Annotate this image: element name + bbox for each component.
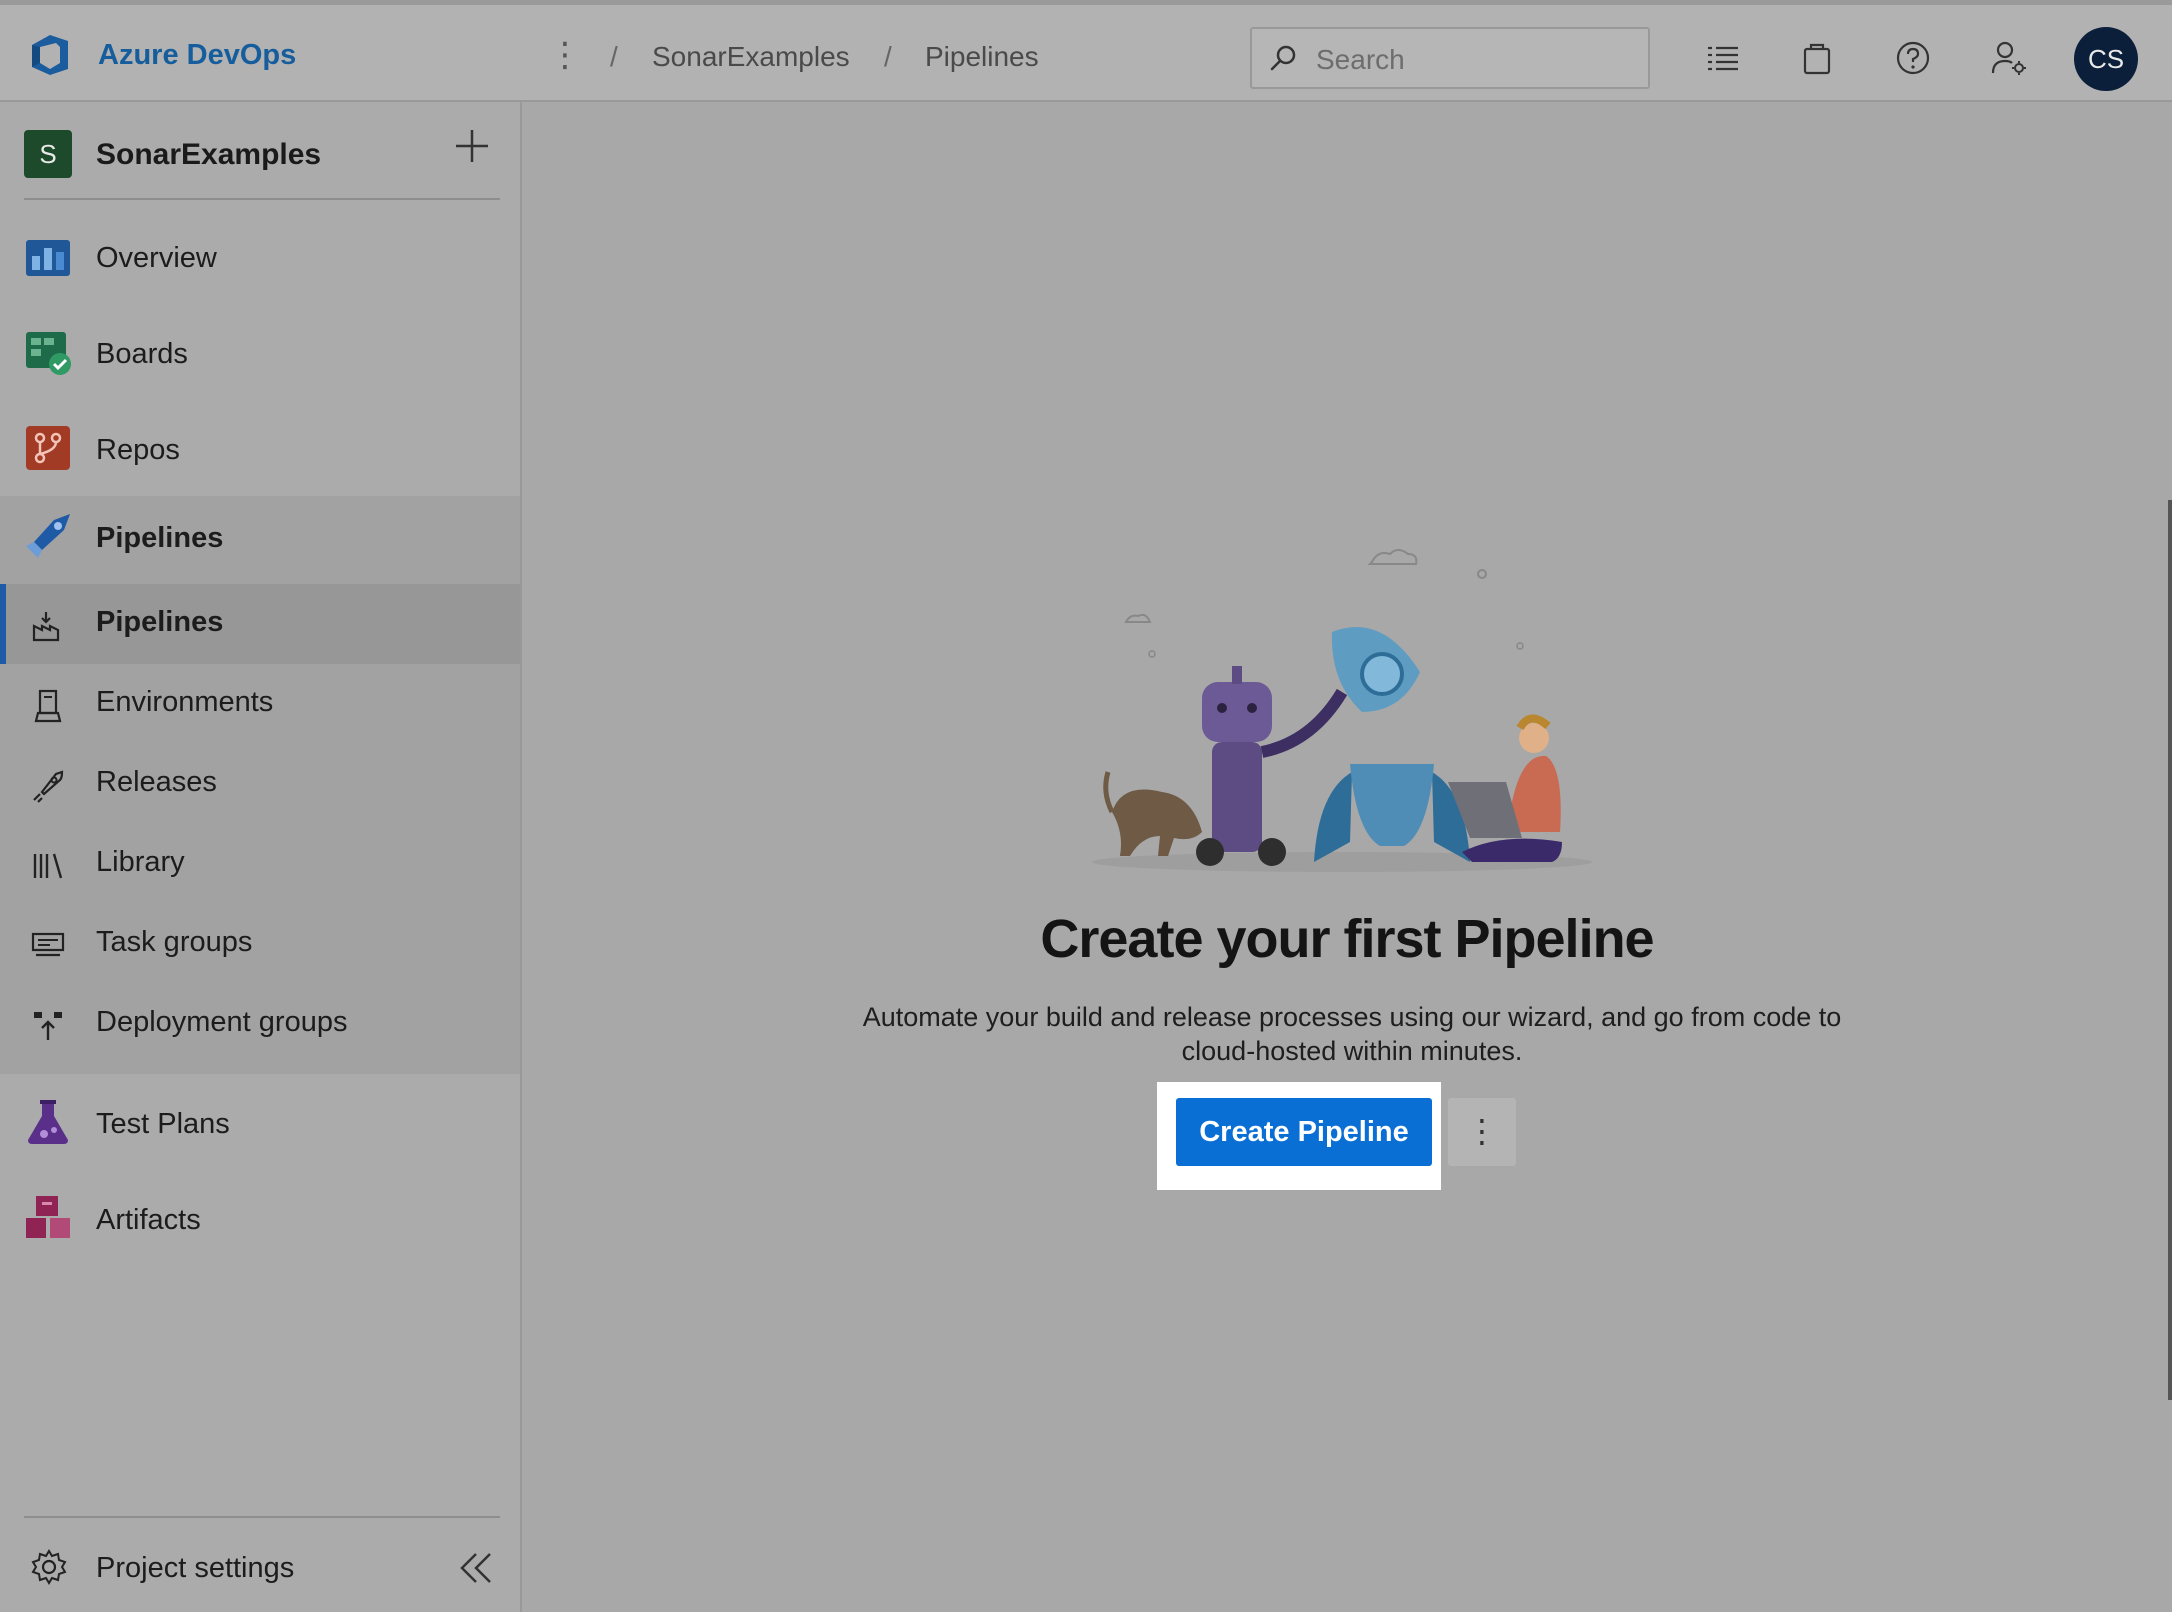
environments-icon [34, 689, 62, 723]
sidebar-item-label: Overview [96, 242, 217, 274]
project-name[interactable]: SonarExamples [96, 138, 321, 172]
selection-indicator [0, 584, 6, 664]
gear-icon[interactable] [30, 1548, 68, 1586]
library-icon [33, 853, 63, 879]
sidebar-subitem-releases[interactable]: Releases [0, 744, 520, 824]
user-settings-icon[interactable] [1990, 39, 2028, 77]
empty-state-title: Create your first Pipeline [1040, 909, 1654, 969]
scrollbar[interactable] [2168, 500, 2172, 1400]
avatar[interactable]: CS [2074, 27, 2138, 91]
sidebar-item-label: Artifacts [96, 1204, 201, 1236]
sidebar-item-label: Repos [96, 434, 180, 466]
top-bar: Azure DevOps ⋮ / SonarExamples / Pipelin… [0, 0, 2172, 102]
empty-state-description: Automate your build and release processe… [862, 1002, 1842, 1066]
overview-icon [26, 240, 70, 276]
deployment-groups-icon [34, 1012, 62, 1040]
sidebar-item-boards[interactable]: Boards [0, 312, 520, 392]
sidebar-subitem-deployment-groups[interactable]: Deployment groups [0, 984, 520, 1064]
sidebar-subitem-environments[interactable]: Environments [0, 664, 520, 744]
divider [24, 198, 500, 200]
search-icon [1270, 45, 1296, 71]
breadcrumb-separator: / [610, 41, 618, 72]
sidebar-subitem-label: Deployment groups [96, 1006, 348, 1038]
sidebar-subitem-pipelines[interactable]: Pipelines [0, 584, 520, 664]
add-icon[interactable] [454, 128, 490, 164]
sidebar-subitem-label: Environments [96, 686, 274, 718]
artifacts-icon [26, 1196, 70, 1238]
test-plans-flask-icon [28, 1100, 68, 1144]
project-avatar: S [24, 130, 72, 178]
sidebar-item-pipelines[interactable]: Pipelines [0, 496, 520, 576]
pipeline-illustration [1092, 549, 1592, 872]
sidebar-item-label: Pipelines [96, 522, 224, 554]
pipelines-group: Pipelines Pipelines Environments Release… [0, 496, 520, 1074]
azure-devops-logo-icon[interactable] [26, 31, 74, 79]
search-box[interactable] [1250, 27, 1650, 89]
sidebar-subitem-label: Pipelines [96, 606, 224, 638]
sidebar-subitem-label: Releases [96, 766, 217, 798]
sidebar-subitem-task-groups[interactable]: Task groups [0, 904, 520, 984]
breadcrumb-separator: / [884, 41, 892, 72]
create-pipeline-button[interactable]: Create Pipeline [1176, 1098, 1432, 1166]
search-input[interactable] [1314, 41, 1638, 79]
breadcrumb-pipelines[interactable]: Pipelines [925, 41, 1039, 73]
sidebar-item-overview[interactable]: Overview [0, 216, 520, 296]
sidebar-subitem-label: Task groups [96, 926, 253, 958]
help-icon[interactable] [1894, 39, 1932, 77]
sidebar-item-repos[interactable]: Repos [0, 408, 520, 488]
marketplace-bag-icon[interactable] [1798, 39, 1836, 77]
sidebar-item-artifacts[interactable]: Artifacts [0, 1178, 520, 1258]
pipelines-factory-icon [32, 612, 60, 642]
pipelines-icon [26, 514, 70, 558]
repos-icon [26, 426, 70, 470]
sidebar-item-label: Boards [96, 338, 188, 370]
collapse-sidebar-icon[interactable] [456, 1548, 496, 1588]
sidebar: S SonarExamples Overview Boards Repos Pi… [0, 102, 522, 1612]
sidebar-item-test-plans[interactable]: Test Plans [0, 1082, 520, 1162]
sidebar-item-label: Test Plans [96, 1108, 230, 1140]
boards-icon [26, 332, 71, 375]
brand-name[interactable]: Azure DevOps [98, 39, 296, 72]
breadcrumb-project[interactable]: SonarExamples [652, 41, 850, 73]
task-groups-icon [31, 932, 65, 957]
more-actions-icon[interactable]: ⋮ [548, 35, 582, 75]
project-settings-link[interactable]: Project settings [96, 1552, 294, 1585]
divider [24, 1516, 500, 1518]
main-content: Create your first Pipeline Automate your… [522, 102, 2172, 1612]
work-items-list-icon[interactable] [1704, 39, 1742, 77]
more-options-button[interactable]: ⋮ [1448, 1098, 1516, 1166]
releases-rocket-icon [33, 770, 64, 803]
sidebar-subitem-label: Library [96, 846, 185, 878]
sidebar-subitem-library[interactable]: Library [0, 824, 520, 904]
